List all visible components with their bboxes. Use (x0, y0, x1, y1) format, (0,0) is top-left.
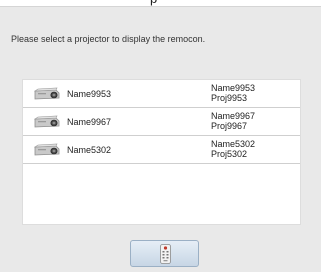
projector-row[interactable]: Name9953 Name9953 Proj9953 (23, 80, 300, 108)
main-panel: Please select a projector to display the… (0, 6, 321, 272)
projector-row[interactable]: Name9967 Name9967 Proj9967 (23, 108, 300, 136)
instruction-text: Please select a projector to display the… (11, 34, 206, 44)
projector-info-name: Name5302 (211, 139, 256, 149)
projector-info-proj: Proj9953 (211, 93, 248, 103)
projector-list: Name9953 Name9953 Proj9953 Name9967 Name… (22, 79, 301, 225)
projector-info-name: Name9953 (211, 83, 256, 93)
projector-details: Name5302 Proj5302 (211, 139, 255, 159)
projector-details: Name9967 Proj9967 (211, 111, 255, 131)
projector-info-proj: Proj5302 (211, 149, 248, 159)
remocon-button[interactable] (130, 240, 199, 267)
projector-row[interactable]: Name5302 Name5302 Proj5302 (23, 136, 300, 164)
projector-name: Name9967 (67, 117, 112, 127)
projector-icon (33, 115, 60, 128)
projector-info-proj: Proj9967 (211, 121, 248, 131)
projector-icon (33, 87, 60, 100)
projector-name: Name5302 (67, 145, 112, 155)
projector-info-name: Name9967 (211, 111, 256, 121)
projector-icon (33, 143, 60, 156)
remote-control-icon (160, 244, 171, 264)
projector-details: Name9953 Proj9953 (211, 83, 255, 103)
projector-name: Name9953 (67, 89, 112, 99)
